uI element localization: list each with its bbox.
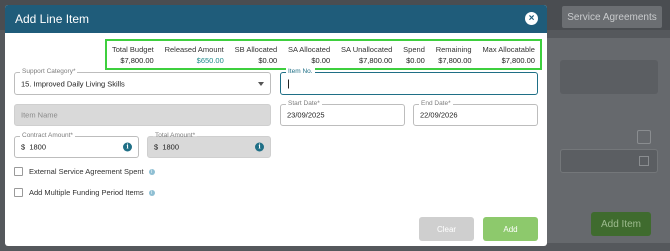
- info-icon[interactable]: i: [255, 142, 264, 152]
- summary-released-amount: Released Amount $650.00: [164, 44, 224, 65]
- multiple-funding-row[interactable]: Add Multiple Funding Period Items i: [14, 188, 155, 197]
- text-cursor: [288, 79, 289, 88]
- modal-header: Add Line Item ×: [5, 5, 547, 33]
- item-name-input[interactable]: Item Name: [14, 104, 271, 126]
- contract-amount-input[interactable]: Contract Amount* $ 1800 i: [14, 132, 139, 158]
- contract-amount-value: 1800: [29, 142, 47, 152]
- summary-sa-allocated: SA Allocated $0.00: [288, 44, 331, 65]
- edit-icon[interactable]: [637, 130, 651, 144]
- budget-summary: Total Budget $7,800.00 Released Amount $…: [105, 39, 542, 70]
- summary-spend: Spend $0.00: [403, 44, 425, 65]
- summary-sa-unallocated: SA Unallocated $7,800.00: [341, 44, 393, 65]
- modal-title: Add Line Item: [15, 12, 90, 26]
- multiple-funding-checkbox[interactable]: [14, 188, 23, 197]
- info-icon[interactable]: i: [148, 168, 155, 175]
- summary-total-budget: Total Budget $7,800.00: [112, 44, 154, 65]
- currency-symbol: $: [154, 142, 159, 152]
- item-no-input[interactable]: Item No.: [280, 68, 538, 95]
- summary-max-allocatable: Max Allocatable $7,800.00: [482, 44, 535, 65]
- background-field: [560, 60, 658, 94]
- clear-button[interactable]: Clear: [419, 217, 474, 241]
- info-icon[interactable]: i: [148, 189, 155, 196]
- start-date-input[interactable]: Start Date* 23/09/2025: [280, 100, 405, 126]
- summary-remaining: Remaining $7,800.00: [435, 44, 472, 65]
- add-line-item-modal: Add Line Item × Total Budget $7,800.00 R…: [5, 5, 547, 246]
- external-spent-row[interactable]: External Service Agreement Spent i: [14, 167, 155, 176]
- total-amount-input[interactable]: Total Amount* $ 1800 i: [147, 132, 271, 158]
- external-spent-checkbox[interactable]: [14, 167, 23, 176]
- chevron-down-icon: [258, 81, 264, 86]
- service-agreements-tab[interactable]: Service Agreements: [562, 6, 662, 28]
- info-icon[interactable]: i: [123, 142, 132, 152]
- currency-symbol: $: [21, 142, 26, 152]
- close-icon[interactable]: ×: [525, 12, 538, 25]
- total-amount-value: 1800: [162, 142, 180, 152]
- calendar-icon: [639, 156, 649, 166]
- add-item-button[interactable]: Add Item: [591, 212, 651, 236]
- summary-sb-allocated: SB Allocated $0.00: [234, 44, 278, 65]
- add-button[interactable]: Add: [483, 217, 538, 241]
- support-category-select[interactable]: Support Category* 15. Improved Daily Liv…: [14, 68, 271, 95]
- end-date-input[interactable]: End Date* 22/09/2026: [413, 100, 538, 126]
